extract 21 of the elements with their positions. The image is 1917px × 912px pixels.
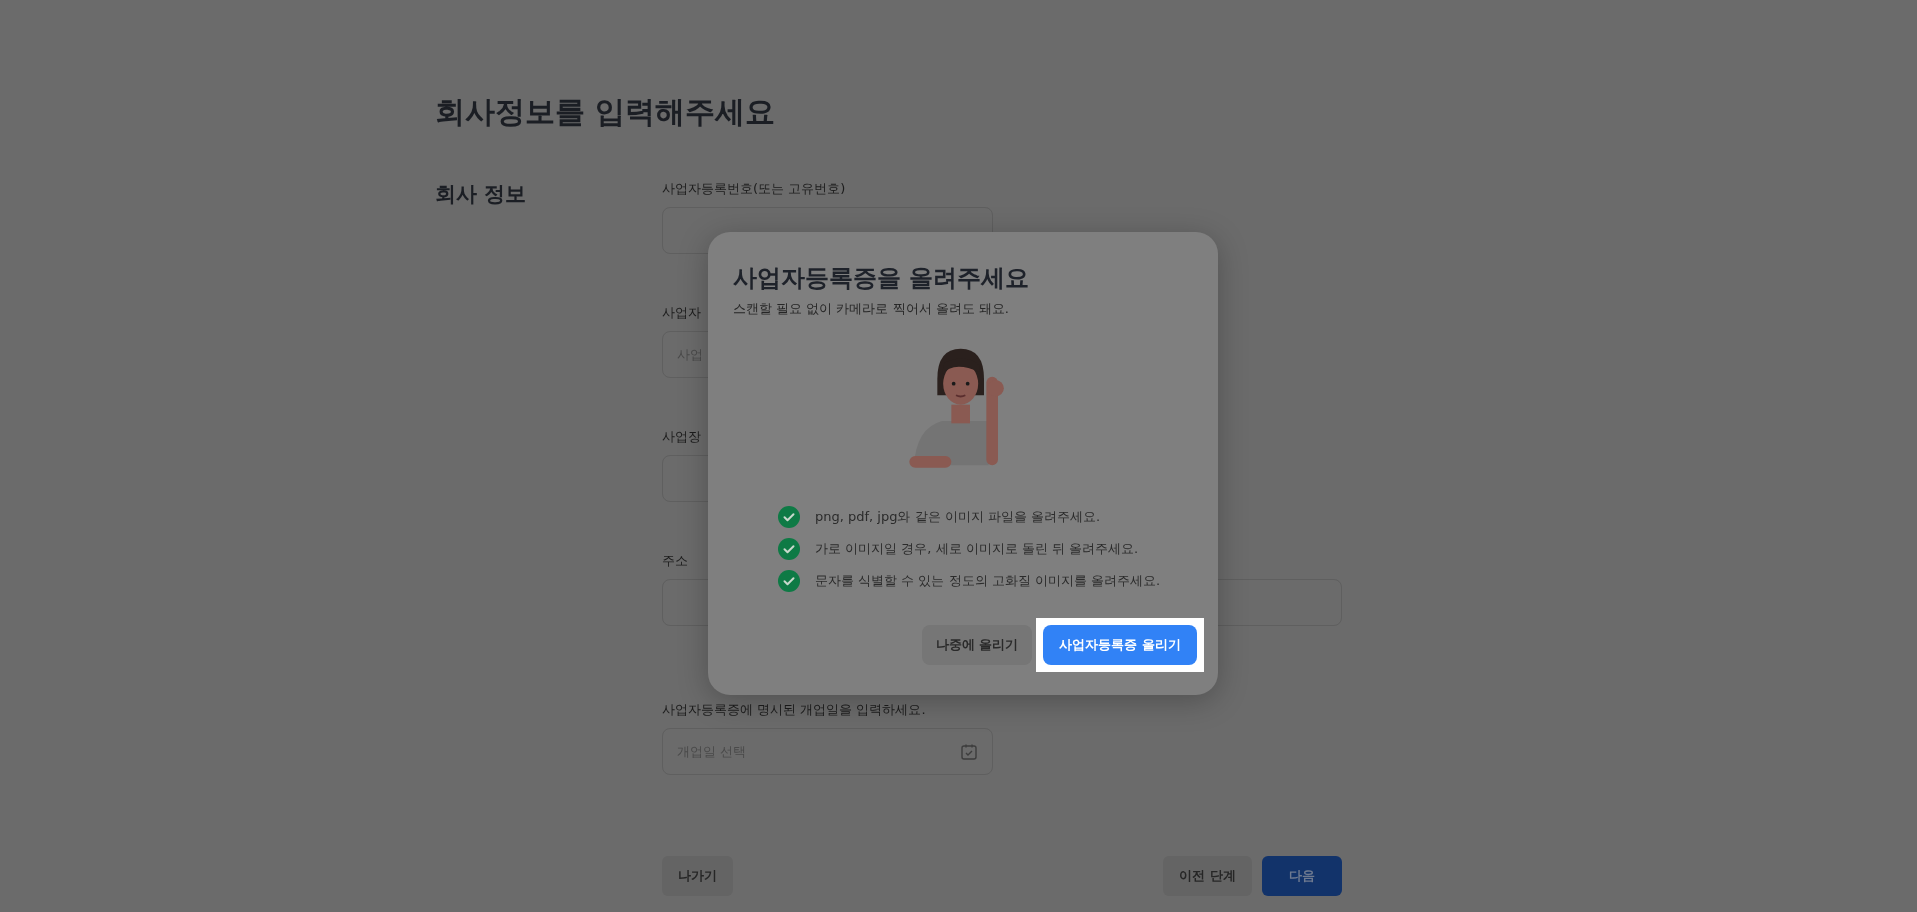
field-label: 사업자 <box>662 304 701 322</box>
modal-title: 사업자등록증을 올려주세요 <box>733 263 1031 294</box>
field-label: 주소 <box>662 552 688 570</box>
previous-step-button[interactable]: 이전 단계 <box>1163 856 1252 896</box>
field-label: 사업자등록증에 명시된 개업일을 입력하세요. <box>662 701 926 719</box>
exit-button[interactable]: 나가기 <box>662 856 733 896</box>
upload-later-button[interactable]: 나중에 올리기 <box>921 625 1033 665</box>
upload-certificate-button[interactable]: 사업자등록증 올리기 <box>1043 625 1197 665</box>
checklist-text: 가로 이미지일 경우, 세로 이미지로 돌린 뒤 올려주세요. <box>815 540 1139 558</box>
field-label: 사업자등록번호(또는 고유번호) <box>662 180 846 198</box>
checklist-text: 문자를 식별할 수 있는 정도의 고화질 이미지를 올려주세요. <box>815 572 1161 590</box>
calendar-icon <box>960 742 978 761</box>
next-button[interactable]: 다음 <box>1262 856 1342 896</box>
field-label: 사업장 <box>662 428 701 446</box>
check-icon <box>778 570 800 592</box>
checklist-text: png, pdf, jpg와 같은 이미지 파일을 올려주세요. <box>815 508 1101 526</box>
modal-subtitle: 스캔할 필요 없이 카메라로 찍어서 올려도 돼요. <box>733 300 1009 318</box>
page-title: 회사정보를 입력해주세요 <box>435 93 777 131</box>
check-icon <box>778 506 800 528</box>
section-title: 회사 정보 <box>435 181 528 208</box>
check-icon <box>778 538 800 560</box>
